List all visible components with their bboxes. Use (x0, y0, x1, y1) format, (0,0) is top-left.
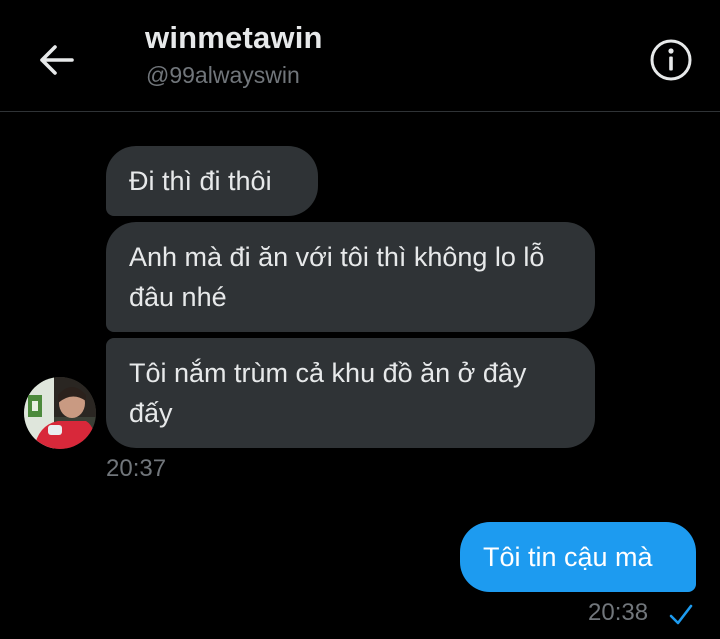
message-timestamp: 20:38 (588, 599, 649, 626)
conversation-title[interactable]: winmetawin (145, 20, 323, 56)
message-bubble-sent[interactable]: Tôi tin cậu mà (460, 522, 696, 592)
message-bubble-received[interactable]: Đi thì đi thôi (106, 146, 318, 216)
info-button[interactable] (648, 37, 694, 83)
arrow-left-icon (40, 45, 74, 75)
info-circle-icon (650, 39, 692, 81)
message-bubble-received[interactable]: Anh mà đi ăn với tôi thì không lo lỗ đâu… (106, 222, 595, 332)
avatar[interactable] (24, 377, 96, 449)
back-button[interactable] (34, 38, 78, 82)
message-timestamp: 20:37 (106, 455, 167, 482)
conversation-handle[interactable]: @99alwayswin (146, 62, 300, 89)
conversation-header: winmetawin @99alwayswin (0, 0, 720, 112)
checkmark-icon (669, 604, 693, 625)
message-bubble-received[interactable]: Tôi nắm trùm cả khu đồ ăn ở đây đấy (106, 338, 595, 448)
avatar-image (24, 377, 96, 449)
